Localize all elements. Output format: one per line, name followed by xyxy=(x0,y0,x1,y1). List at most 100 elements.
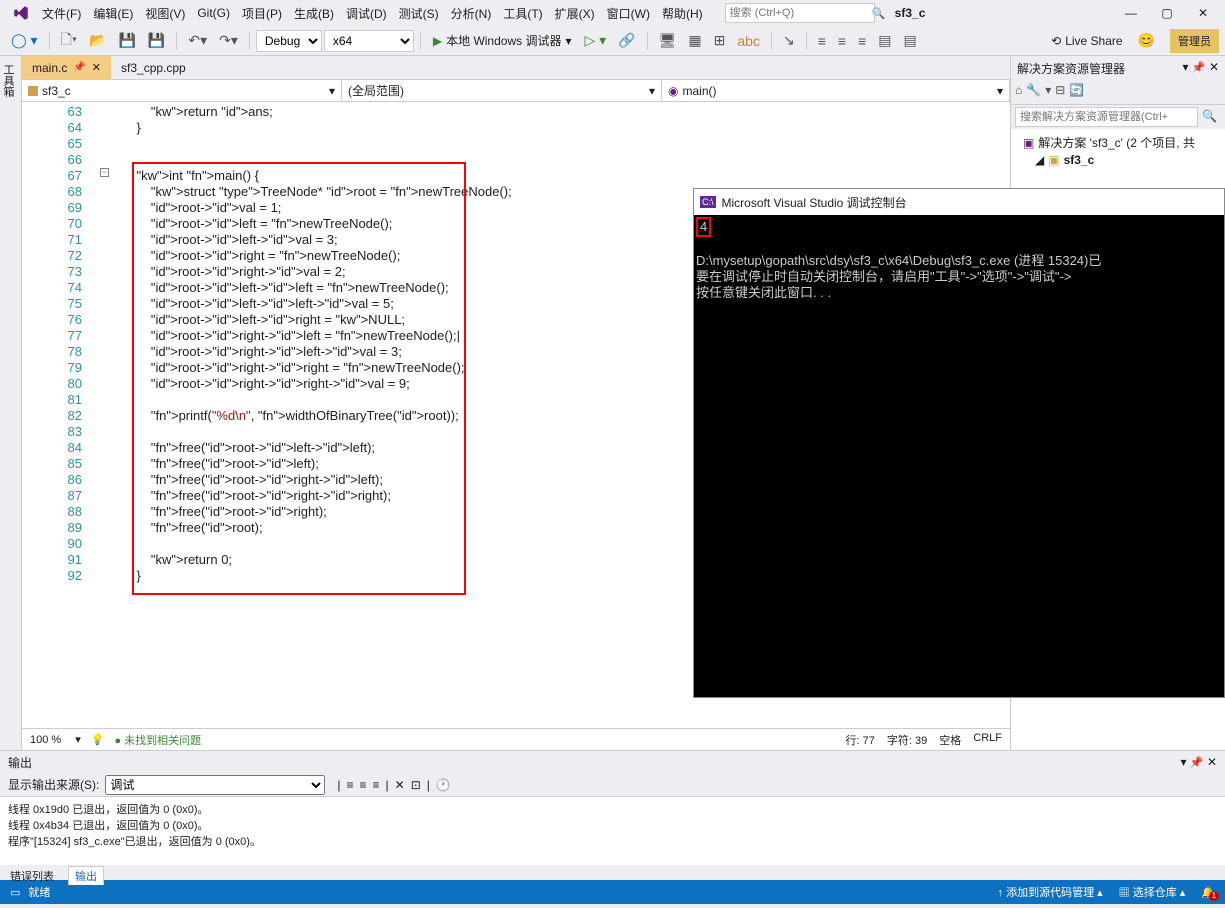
menu-help[interactable]: 帮助(H) xyxy=(656,1,709,26)
out-dropdown-icon[interactable]: ▾ xyxy=(1181,755,1187,769)
tb-icon-10[interactable]: ▤ xyxy=(898,29,921,52)
se-refresh-icon[interactable]: ⊟ xyxy=(1055,83,1065,102)
menu-extensions[interactable]: 扩展(X) xyxy=(549,1,601,26)
se-search: 🔍 xyxy=(1011,105,1225,129)
menu-window[interactable]: 窗口(W) xyxy=(601,1,656,26)
pin-icon[interactable]: 📌 xyxy=(1190,757,1204,769)
tab-output[interactable]: 输出 xyxy=(68,866,104,885)
output-title: 输出 xyxy=(8,754,32,771)
tb-icon-1[interactable]: 🖥 xyxy=(654,29,682,52)
menu-file[interactable]: 文件(F) xyxy=(36,1,87,26)
project-icon xyxy=(28,86,38,96)
close-icon[interactable]: ✕ xyxy=(92,61,101,74)
eol-mode[interactable]: CRLF xyxy=(973,732,1002,748)
project-icon: ▣ xyxy=(1048,153,1059,167)
out-btn-2[interactable]: ≡ xyxy=(359,778,366,792)
new-item-button[interactable]: 🗋▾ xyxy=(56,26,82,56)
status-ready: 就绪 xyxy=(28,884,50,900)
maximize-button[interactable]: ▢ xyxy=(1149,2,1185,24)
tab-sf3-cpp[interactable]: sf3_cpp.cpp xyxy=(111,56,196,79)
project-item[interactable]: ◢ ▣ sf3_c xyxy=(1015,152,1221,168)
vs-logo-icon xyxy=(12,4,30,22)
tb-icon-4[interactable]: abc xyxy=(732,30,765,52)
pin-icon[interactable]: 📌 xyxy=(73,62,85,73)
editor-tabs: main.c 📌 ✕ sf3_cpp.cpp xyxy=(22,56,1010,80)
redo-button[interactable]: ↷▾ xyxy=(214,29,243,52)
search-input[interactable] xyxy=(730,7,872,19)
pin-icon[interactable]: 📌 xyxy=(1192,62,1206,74)
nav-back-button[interactable]: ◯ ▾ xyxy=(6,29,43,52)
run-debugger-button[interactable]: ▶本地 Windows 调试器 ▾ xyxy=(427,30,578,51)
open-button[interactable]: 📂 xyxy=(84,29,111,52)
se-prop-icon[interactable]: 🔧 xyxy=(1026,83,1041,102)
minimize-button[interactable]: — xyxy=(1113,2,1149,24)
save-all-button[interactable]: 💾 xyxy=(143,29,170,52)
menu-test[interactable]: 测试(S) xyxy=(393,1,445,26)
nav-member[interactable]: ◉main()▾ xyxy=(662,80,1010,101)
select-repo[interactable]: ▦ 选择仓库 ▴ xyxy=(1119,884,1186,900)
close-icon[interactable]: ✕ xyxy=(1209,60,1219,74)
menu-tools[interactable]: 工具(T) xyxy=(497,1,548,26)
nav-scope[interactable]: (全局范围)▾ xyxy=(342,80,662,101)
menu-edit[interactable]: 编辑(E) xyxy=(87,1,139,26)
search-box[interactable]: 🔍 xyxy=(725,3,875,23)
menu-project[interactable]: 项目(P) xyxy=(236,1,288,26)
search-icon[interactable]: 🔍 xyxy=(1198,107,1221,127)
zoom-level[interactable]: 100 % xyxy=(30,734,61,746)
editor-status: 100 % ▾ 💡 ● 未找到相关问题 行: 77 字符: 39 空格 CRLF xyxy=(22,728,1010,750)
tb-icon-8[interactable]: ≡ xyxy=(853,30,871,52)
output-source-select[interactable]: 调试 xyxy=(105,775,325,795)
menu-debug[interactable]: 调试(D) xyxy=(340,1,393,26)
se-toolbar: ⌂ 🔧 ▾ ⊟ 🔄 xyxy=(1011,81,1225,105)
menu-build[interactable]: 生成(B) xyxy=(288,1,340,26)
config-select[interactable]: Debug xyxy=(256,30,322,52)
se-home-icon[interactable]: ⌂ xyxy=(1015,83,1022,102)
platform-select[interactable]: x64 xyxy=(324,30,414,52)
console-body: 4 D:\mysetup\gopath\src\dsy\sf3_c\x64\De… xyxy=(694,215,1224,303)
output-panel: 输出 ▾ 📌 ✕ 显示输出来源(S): 调试 | ≡ ≡ ≡ | ✕ ⊡ | 🕐… xyxy=(0,750,1225,880)
out-btn-4[interactable]: ✕ xyxy=(395,778,405,792)
menu-analyze[interactable]: 分析(N) xyxy=(445,1,498,26)
feedback-button[interactable]: 😊 xyxy=(1133,29,1160,52)
se-sync-icon[interactable]: 🔄 xyxy=(1069,83,1084,102)
output-text[interactable]: 线程 0x19d0 已退出，返回值为 0 (0x0)。线程 0x4b34 已退出… xyxy=(0,797,1225,865)
indent-mode[interactable]: 空格 xyxy=(939,732,961,748)
out-btn-1[interactable]: ≡ xyxy=(346,778,353,792)
tab-error-list[interactable]: 错误列表 xyxy=(4,867,60,885)
attach-button[interactable]: 🔗 xyxy=(613,29,640,52)
se-search-input[interactable] xyxy=(1015,107,1198,127)
toolbox-sidebar[interactable]: 工具箱 xyxy=(0,56,22,750)
live-share-button[interactable]: ⟲ Live Share xyxy=(1043,32,1130,50)
close-button[interactable]: ✕ xyxy=(1185,2,1221,24)
out-btn-6[interactable]: 🕐 xyxy=(436,778,451,792)
menu-view[interactable]: 视图(V) xyxy=(139,1,191,26)
project-name: sf3_c xyxy=(895,6,926,20)
nav-project[interactable]: sf3_c▾ xyxy=(22,80,342,101)
run-without-debug-button[interactable]: ▷ ▾ xyxy=(580,29,612,52)
notifications-icon[interactable]: 🔔1 xyxy=(1201,886,1215,899)
out-btn-3[interactable]: ≡ xyxy=(373,778,380,792)
issues-status[interactable]: ● 未找到相关问题 xyxy=(114,732,201,748)
tb-icon-6[interactable]: ≡ xyxy=(813,30,831,52)
menubar: 文件(F) 编辑(E) 视图(V) Git(G) 项目(P) 生成(B) 调试(… xyxy=(0,0,1225,26)
se-dropdown-icon[interactable]: ▾ xyxy=(1183,60,1189,74)
tb-icon-3[interactable]: ⊞ xyxy=(709,29,731,52)
tab-main-c[interactable]: main.c 📌 ✕ xyxy=(22,56,111,79)
tb-icon-9[interactable]: ▤ xyxy=(873,29,896,52)
close-icon[interactable]: ✕ xyxy=(1207,755,1217,769)
undo-button[interactable]: ↶▾ xyxy=(183,29,212,52)
tab-label: main.c xyxy=(32,61,67,75)
lightbulb-icon[interactable]: 💡 xyxy=(91,733,105,746)
debug-console-window[interactable]: C:\ Microsoft Visual Studio 调试控制台 4 D:\m… xyxy=(693,188,1225,698)
save-button[interactable]: 💾 xyxy=(113,29,140,52)
out-btn-5[interactable]: ⊡ xyxy=(411,778,421,792)
tb-icon-2[interactable]: ▦ xyxy=(683,29,706,52)
menu-git[interactable]: Git(G) xyxy=(191,2,236,24)
console-titlebar[interactable]: C:\ Microsoft Visual Studio 调试控制台 xyxy=(694,189,1224,215)
tb-icon-7[interactable]: ≡ xyxy=(833,30,851,52)
solution-root[interactable]: ▣解决方案 'sf3_c' (2 个项目, 共 xyxy=(1015,133,1221,152)
output-source-label: 显示输出来源(S): xyxy=(8,776,99,793)
add-to-source-control[interactable]: ↑ 添加到源代码管理 ▴ xyxy=(998,884,1103,900)
status-rect-icon[interactable]: ▭ xyxy=(10,886,20,899)
tb-icon-5[interactable]: ↘ xyxy=(778,29,800,52)
